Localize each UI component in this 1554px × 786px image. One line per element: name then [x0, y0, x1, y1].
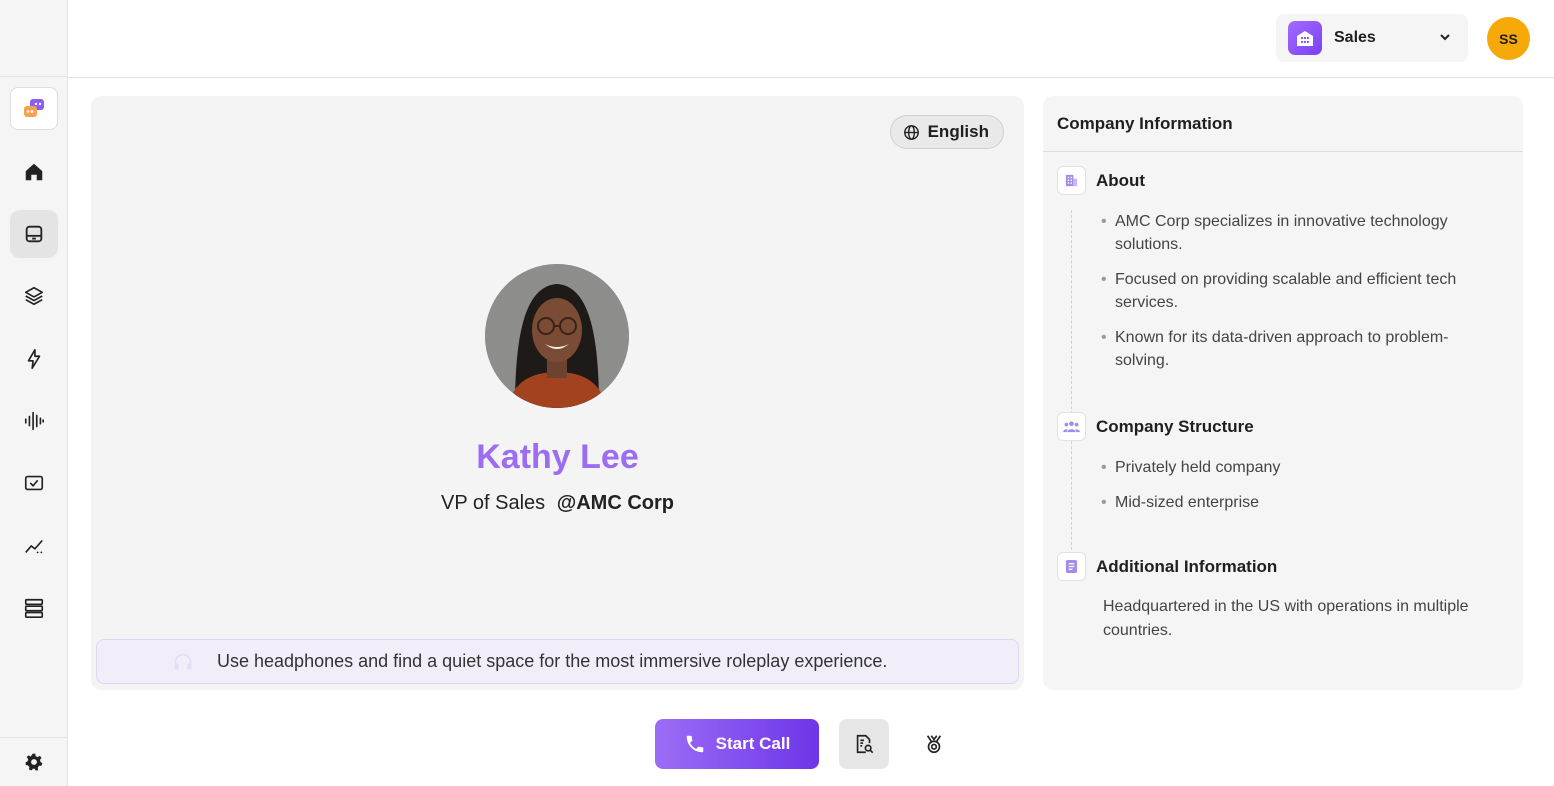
start-call-label: Start Call	[715, 734, 791, 753]
sidebar-item-inbox[interactable]	[10, 210, 58, 258]
document-icon	[1057, 552, 1086, 581]
start-call-button[interactable]: Start Call	[655, 719, 819, 769]
settings-button[interactable]	[0, 737, 67, 786]
tip-text: Use headphones and find a quiet space fo…	[217, 651, 888, 671]
company-info-panel: Company Information About AMC Corp speci…	[1043, 96, 1523, 690]
list-item: AMC Corp specializes in innovative techn…	[1101, 210, 1501, 256]
timeline-connector	[1071, 210, 1072, 555]
people-icon	[1057, 412, 1086, 441]
building-icon	[1288, 21, 1322, 55]
sidebar-item-tasks[interactable]	[10, 459, 58, 507]
persona-portrait	[485, 264, 629, 408]
building-icon	[1057, 166, 1086, 195]
user-avatar[interactable]: SS	[1487, 17, 1530, 60]
lightning-icon	[27, 349, 41, 369]
stack-icon	[24, 598, 44, 618]
headphones-icon	[174, 653, 192, 670]
section-additional-header: Additional Information	[1057, 552, 1277, 581]
document-search-icon	[856, 734, 874, 754]
sidebar-item-database[interactable]	[10, 584, 58, 632]
checkbox-screen-icon	[24, 475, 44, 491]
persona-role: VP of Sales	[441, 492, 546, 514]
sidebar-item-home[interactable]	[10, 148, 58, 196]
persona-card: English Kathy Lee VP of Sales @AMC Corp …	[91, 96, 1024, 690]
chevron-down-icon	[1440, 34, 1450, 41]
section-about-title: About	[1096, 170, 1146, 190]
additional-info-text: Headquartered in the US with operations …	[1103, 598, 1469, 639]
language-label: English	[927, 122, 989, 141]
trend-icon	[25, 539, 43, 554]
section-structure-header: Company Structure	[1057, 412, 1254, 441]
structure-list: Privately held company Mid-sized enterpr…	[1101, 456, 1501, 526]
workspace-label: Sales	[1334, 29, 1376, 46]
top-header: Sales SS	[68, 0, 1554, 78]
list-item: Mid-sized enterprise	[1101, 491, 1501, 514]
panel-title: Company Information	[1043, 96, 1523, 152]
persona-name: Kathy Lee	[476, 438, 639, 476]
medal-icon	[926, 735, 942, 754]
about-list: AMC Corp specializes in innovative techn…	[1101, 210, 1501, 384]
inbox-icon	[25, 225, 43, 243]
section-additional-title: Additional Information	[1096, 556, 1278, 576]
persona-role-line: VP of Sales @AMC Corp	[91, 492, 1024, 515]
waveform-icon	[24, 411, 44, 431]
list-item: Known for its data-driven approach to pr…	[1101, 326, 1501, 372]
globe-icon	[903, 124, 919, 140]
sidebar-item-layers[interactable]	[10, 272, 58, 320]
home-icon	[25, 163, 43, 181]
document-search-button[interactable]	[839, 719, 889, 769]
sidebar-item-lightning[interactable]	[10, 335, 58, 383]
list-item: Privately held company	[1101, 456, 1501, 479]
list-item: Focused on providing scalable and effici…	[1101, 268, 1501, 314]
layers-icon	[24, 286, 44, 306]
section-structure-title: Company Structure	[1096, 416, 1254, 436]
app-logo[interactable]	[10, 87, 58, 130]
sidebar-item-audio[interactable]	[10, 397, 58, 445]
section-about-header: About	[1057, 166, 1145, 195]
sidebar-item-analytics[interactable]	[10, 522, 58, 570]
workspace-selector[interactable]: Sales	[1276, 14, 1468, 62]
sidebar	[0, 0, 68, 786]
chat-bubbles-icon	[24, 98, 44, 117]
achievements-button[interactable]	[909, 719, 959, 769]
gear-icon	[25, 753, 42, 771]
persona-company: @AMC Corp	[556, 492, 674, 514]
tip-banner: Use headphones and find a quiet space fo…	[96, 639, 1019, 684]
language-selector[interactable]: English	[889, 115, 1004, 149]
sidebar-header	[0, 0, 67, 77]
phone-icon	[686, 735, 703, 753]
